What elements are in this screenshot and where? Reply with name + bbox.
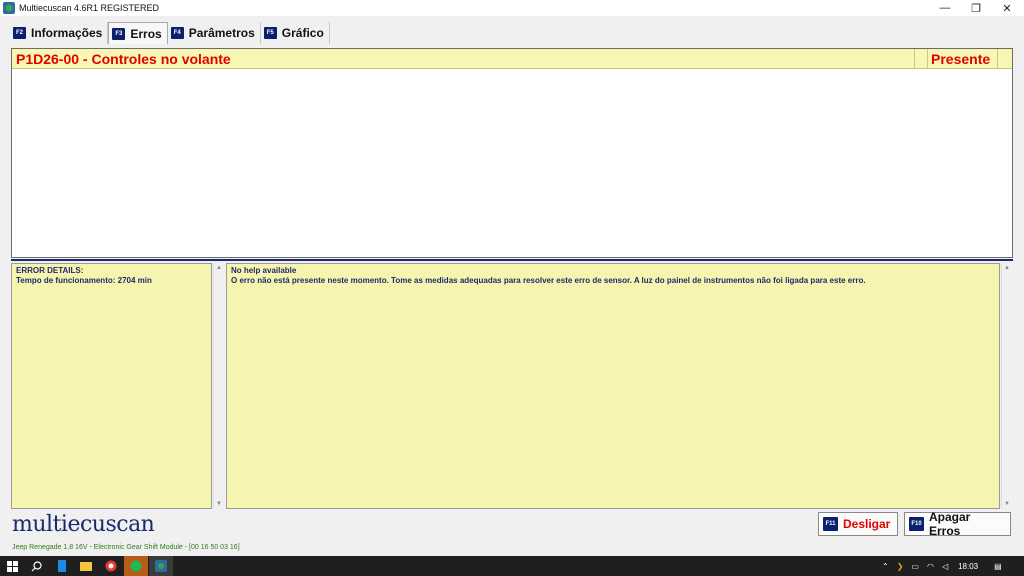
taskbar-app[interactable] (124, 556, 148, 576)
tab-parametros[interactable]: F4 Parâmetros (167, 22, 261, 44)
column-divider (997, 49, 998, 69)
f10-key-badge: F10 (909, 517, 924, 531)
windows-icon (6, 560, 18, 572)
clock[interactable]: 18:03 (958, 562, 978, 571)
error-code: P1D26-00 - Controles no volante (16, 51, 231, 67)
system-tray: ⌃ ❯ ▭ ◠ ◁ 18:03 ▤ (882, 556, 1002, 576)
multiecuscan-icon (155, 560, 167, 572)
status-bar: Jeep Renegade 1.8 16V - Electronic Gear … (12, 544, 240, 551)
scroll-down-icon[interactable]: ▼ (214, 499, 224, 509)
column-divider (927, 49, 928, 69)
taskbar-app[interactable] (74, 556, 98, 576)
f5-key-badge: F5 (263, 27, 277, 39)
scroll-up-icon[interactable]: ▲ (1002, 263, 1012, 273)
tab-label: Informações (31, 26, 103, 40)
help-heading: No help available (231, 266, 297, 275)
taskbar-app-multiecuscan[interactable] (149, 556, 173, 576)
multiecuscan-logo: multiecuscan (12, 512, 155, 537)
notification-icon[interactable]: ▤ (994, 562, 1002, 571)
splitter[interactable] (11, 259, 1013, 261)
window-title: Multiecuscan 4.6R1 REGISTERED (19, 3, 160, 13)
restore-button[interactable]: ❐ (960, 0, 992, 16)
tab-bar: F2 Informações F3 Erros F4 Parâmetros F5… (10, 22, 330, 44)
f4-key-badge: F4 (170, 27, 184, 39)
tab-erros[interactable]: F3 Erros (108, 22, 168, 44)
taskbar: ⌃ ❯ ▭ ◠ ◁ 18:03 ▤ (0, 556, 1024, 576)
tab-label: Parâmetros (188, 26, 255, 40)
minimize-button[interactable]: — (929, 0, 961, 16)
browser-icon (105, 560, 117, 572)
error-list[interactable]: P1D26-00 - Controles no volante Presente (11, 48, 1013, 258)
folder-icon (80, 562, 92, 571)
scroll-up-icon[interactable]: ▲ (214, 263, 224, 273)
minimize-icon: — (939, 2, 951, 14)
document-app-icon (58, 560, 66, 572)
restore-icon: ❐ (971, 2, 981, 15)
close-button[interactable]: ✕ (991, 0, 1023, 16)
start-button[interactable] (0, 556, 24, 576)
scroll-down-icon[interactable]: ▼ (1002, 499, 1012, 509)
help-pane[interactable]: No help available O erro não está presen… (226, 263, 1000, 509)
details-heading: ERROR DETAILS: (16, 266, 84, 275)
tab-informacoes[interactable]: F2 Informações (10, 22, 109, 44)
tab-label: Gráfico (281, 26, 324, 40)
error-row[interactable]: P1D26-00 - Controles no volante Presente (12, 49, 1012, 69)
f3-key-badge: F3 (112, 27, 126, 40)
tab-grafico[interactable]: F5 Gráfico (260, 22, 330, 44)
app-tray-icon[interactable]: ❯ (897, 562, 904, 571)
column-divider (914, 49, 915, 69)
help-scrollbar[interactable]: ▲ ▼ (1001, 263, 1012, 509)
taskbar-app[interactable] (50, 556, 74, 576)
wifi-icon[interactable]: ◠ (927, 562, 934, 571)
spotify-icon (130, 560, 142, 572)
app-icon (3, 2, 15, 14)
help-text: O erro não está presente neste momento. … (231, 276, 866, 285)
search-button[interactable] (24, 556, 48, 576)
error-details-pane[interactable]: ERROR DETAILS: Tempo de funcionamento: 2… (11, 263, 212, 509)
disconnect-button[interactable]: F11 Desligar (818, 512, 898, 536)
speaker-icon[interactable]: ◁ (942, 562, 948, 571)
clear-errors-label: Apagar Erros (929, 510, 971, 538)
error-status: Presente (931, 51, 991, 67)
tab-label: Erros (130, 26, 162, 41)
chevron-up-icon[interactable]: ⌃ (882, 562, 889, 571)
battery-icon[interactable]: ▭ (911, 562, 919, 571)
f2-key-badge: F2 (13, 27, 26, 39)
taskbar-app[interactable] (99, 556, 123, 576)
details-runtime: Tempo de funcionamento: 2704 min (16, 276, 152, 285)
close-icon: ✕ (1002, 2, 1012, 15)
clear-errors-button[interactable]: F10 Apagar Erros (904, 510, 1011, 538)
f11-key-badge: F11 (823, 517, 838, 531)
title-bar[interactable]: Multiecuscan 4.6R1 REGISTERED (0, 0, 1024, 16)
app-window: Multiecuscan 4.6R1 REGISTERED — ❐ ✕ F2 I… (0, 0, 1024, 576)
disconnect-label: Desligar (843, 517, 891, 531)
details-scrollbar[interactable]: ▲ ▼ (213, 263, 224, 509)
search-icon (31, 560, 42, 571)
